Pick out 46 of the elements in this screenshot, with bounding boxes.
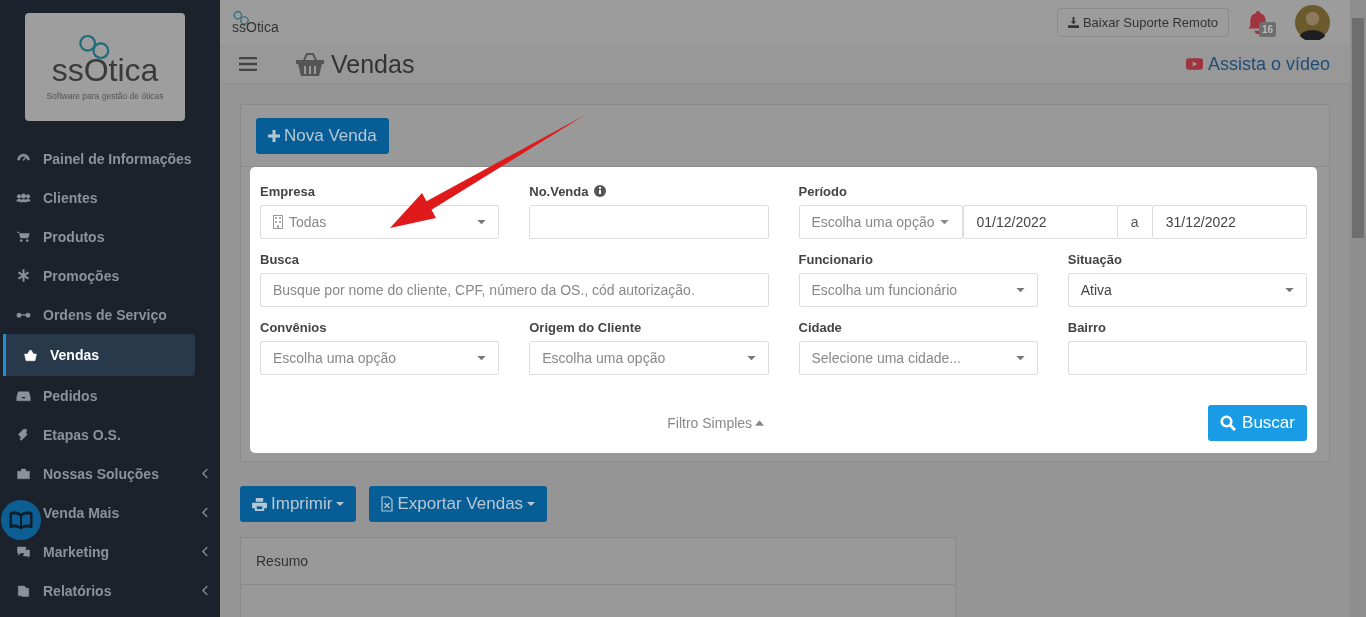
field-label: Convênios bbox=[260, 319, 327, 335]
search-field[interactable]: Busque por nome do cliente, CPF, número da OS., cód autorização. bbox=[260, 273, 769, 307]
support-download-button[interactable]: Baixar Suporte Remoto bbox=[1056, 8, 1229, 38]
export-button[interactable]: Exportar Vendas bbox=[369, 486, 548, 522]
start-date-field[interactable]: 01/12/2022 bbox=[962, 205, 1118, 239]
sidebar-item[interactable]: Etapas O.S. bbox=[0, 415, 195, 454]
date-separator: a bbox=[1117, 205, 1152, 239]
small-logo: ssOtica bbox=[232, 10, 279, 36]
select-field[interactable]: Escolha uma opção bbox=[260, 341, 500, 375]
sidebar-item[interactable]: Venda Mais bbox=[0, 493, 195, 532]
page-title: Vendas bbox=[331, 49, 416, 79]
video-link[interactable]: Assista o vídeo bbox=[1185, 53, 1330, 75]
field-label: Bairro bbox=[1067, 319, 1107, 335]
search-button[interactable]: Buscar bbox=[1208, 405, 1307, 441]
sidebar-item[interactable]: Marketing bbox=[0, 532, 195, 571]
new-sale-button[interactable]: Nova Venda bbox=[256, 118, 389, 154]
sidebar-item[interactable]: Promoções bbox=[0, 256, 195, 295]
notification-count: 16 bbox=[1259, 21, 1277, 37]
field-label: Busca bbox=[260, 251, 300, 267]
panel-title: Resumo bbox=[241, 538, 955, 585]
sidebar-item[interactable]: Vendas bbox=[3, 334, 195, 376]
select-field[interactable]: Escolha um funcionário bbox=[798, 273, 1038, 307]
field-label: Empresa bbox=[260, 183, 315, 199]
select-field[interactable]: Escolha uma opção bbox=[529, 341, 769, 375]
logo-tagline: Software para gestão de óticas bbox=[46, 90, 164, 101]
field-label: No.Venda bbox=[529, 183, 589, 199]
field-label: Situação bbox=[1067, 251, 1122, 267]
field-label: Origem do Cliente bbox=[529, 319, 642, 335]
sidebar-item[interactable]: Ordens de Serviço bbox=[0, 295, 195, 334]
select-field[interactable]: Selecione uma cidade... bbox=[798, 341, 1038, 375]
print-button[interactable]: Imprimir bbox=[240, 486, 357, 522]
sidebar-item[interactable]: Relatórios bbox=[0, 571, 195, 610]
select-field[interactable]: Ativa bbox=[1067, 273, 1307, 307]
sidebar-item[interactable]: Painel de Informações bbox=[0, 139, 195, 178]
sidebar-item[interactable]: Pedidos bbox=[0, 376, 195, 415]
field-label: Funcionario bbox=[798, 251, 873, 267]
filter-toggle-link[interactable]: Filtro Simples bbox=[667, 415, 765, 431]
sidebar-item[interactable]: Produtos bbox=[0, 217, 195, 256]
company-select[interactable]: Todas bbox=[260, 205, 500, 239]
sidebar-item[interactable]: Nossas Soluções bbox=[0, 454, 195, 493]
field-label: Cidade bbox=[798, 319, 842, 335]
field-label: Período bbox=[798, 183, 847, 199]
logo-name: ssOtica bbox=[51, 51, 159, 89]
sidebar-item[interactable]: Clientes bbox=[0, 178, 195, 217]
end-date-field[interactable]: 31/12/2022 bbox=[1151, 205, 1307, 239]
period-select[interactable]: Escolha uma opção bbox=[798, 205, 963, 239]
